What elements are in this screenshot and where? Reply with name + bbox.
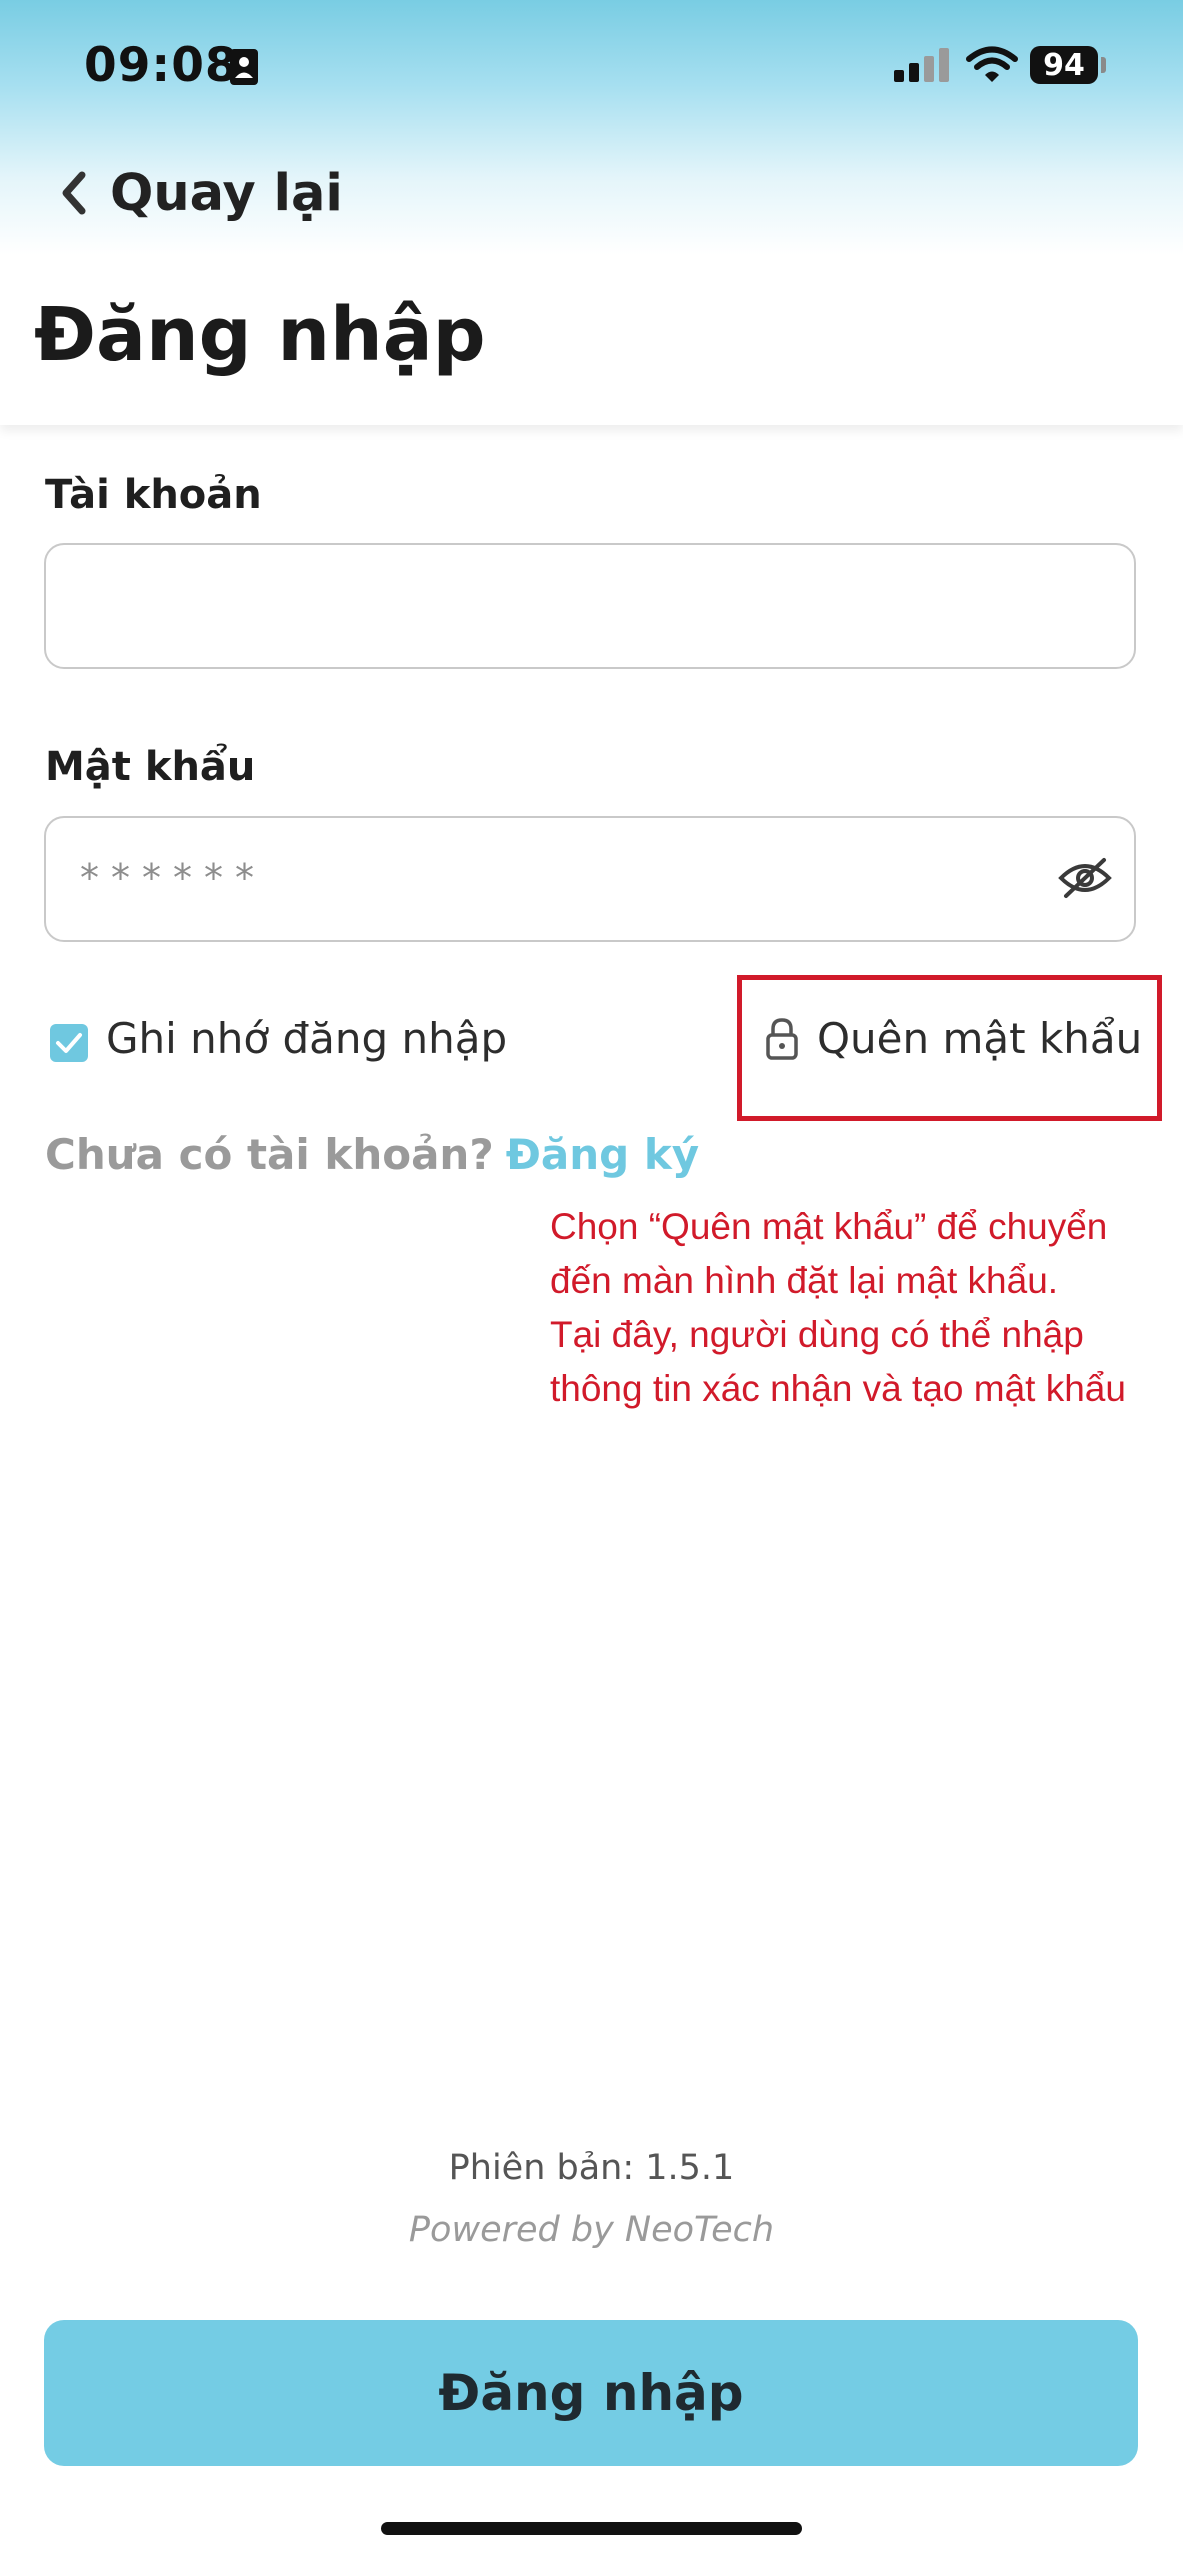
version-text: Phiên bản: 1.5.1 [448,2148,735,2188]
signup-link[interactable]: Đăng ký [506,1130,699,1179]
status-time: 09:08 [84,38,239,93]
chevron-left-icon [62,171,86,215]
account-label: Tài khoản [45,472,262,518]
signup-question: Chưa có tài khoản? [45,1130,494,1179]
battery-level: 94 [1043,47,1085,83]
forgot-password-label: Quên mật khẩu [817,1014,1143,1063]
back-label: Quay lại [110,163,343,223]
checkmark-icon [56,1033,82,1053]
signup-line: Chưa có tài khoản? Đăng ký [45,1130,699,1179]
annotation-text: Chọn “Quên mật khẩu” để chuyển đến màn h… [550,1200,1183,1420]
password-label: Mật khẩu [45,744,256,790]
contact-card-icon [230,49,258,85]
back-button[interactable]: Quay lại [52,155,343,231]
home-indicator [381,2522,802,2535]
battery-indicator: 94 [1030,46,1098,84]
forgot-password-link[interactable]: Quên mật khẩu [765,1014,1142,1063]
page-title: Đăng nhập [34,292,486,378]
annotation-line: thông tin xác nhận và tạo mật khẩu [550,1368,1126,1409]
account-input[interactable] [44,543,1136,669]
login-button[interactable]: Đăng nhập [44,2320,1138,2466]
remember-checkbox[interactable] [50,1024,88,1062]
remember-label[interactable]: Ghi nhớ đăng nhập [106,1014,507,1063]
lock-icon [766,1017,798,1060]
annotation-line: Chọn “Quên mật khẩu” để chuyển [550,1206,1108,1247]
battery-cap [1101,57,1106,73]
wifi-icon [966,46,1018,82]
password-mask: ****** [80,856,266,900]
powered-by-text: Powered by NeoTech [408,2210,775,2250]
annotation-line: đến màn hình đặt lại mật khẩu. [550,1260,1059,1301]
annotation-line: Tại đây, người dùng có thể nhập [550,1314,1084,1355]
cellular-signal-icon [894,48,949,82]
eye-off-icon[interactable] [1058,856,1112,900]
